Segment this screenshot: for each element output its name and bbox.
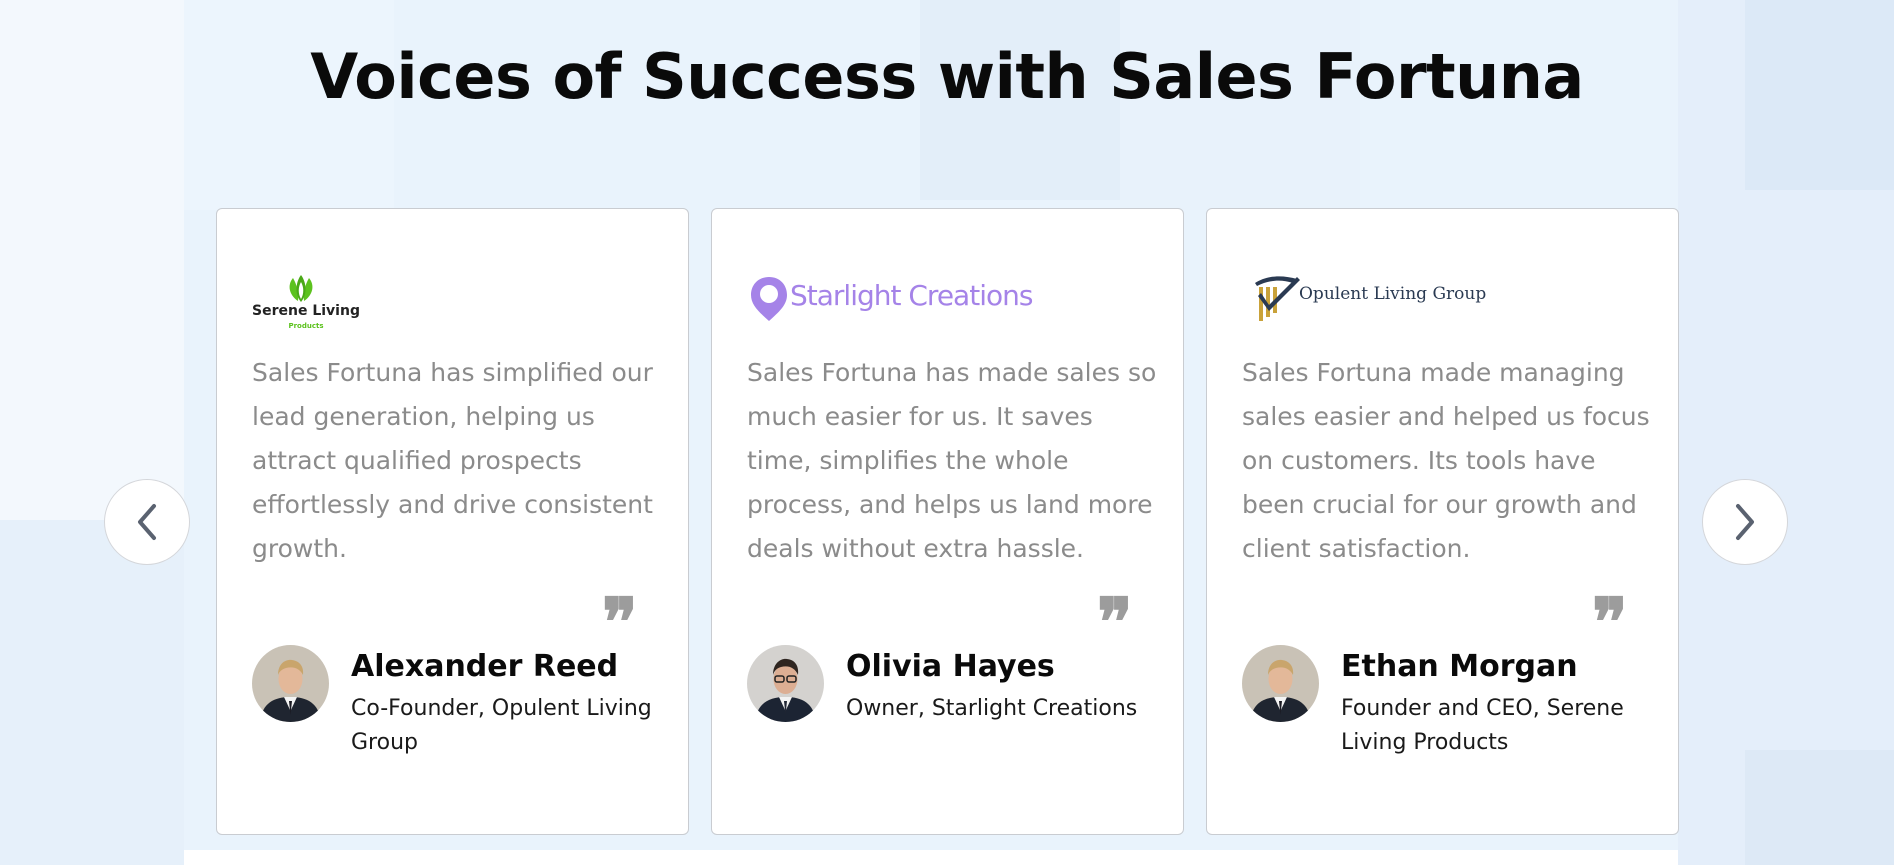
testimonial-card: Serene Living Products Sales Fortuna has… bbox=[216, 208, 689, 835]
testimonial-quote: Sales Fortuna made managing sales easier… bbox=[1242, 358, 1650, 563]
carousel-next-button[interactable] bbox=[1702, 479, 1788, 565]
logo-company-name: Serene Living bbox=[252, 303, 360, 319]
logo-tagline: Products bbox=[288, 322, 324, 330]
chevron-left-icon bbox=[138, 504, 156, 540]
company-logo: Serene Living Products bbox=[251, 269, 361, 335]
checkmark-columns-icon bbox=[1255, 276, 1300, 321]
person-role: Co-Founder, Opulent Living Group bbox=[351, 696, 652, 755]
person-name: Ethan Morgan bbox=[1341, 649, 1578, 684]
person-role: Founder and CEO, Serene Living Products bbox=[1341, 696, 1624, 755]
background-bottom-strip bbox=[184, 850, 1678, 865]
background-tile bbox=[0, 520, 184, 865]
avatar bbox=[747, 645, 824, 722]
testimonial-card: Starlight Creations Sales Fortuna has ma… bbox=[711, 208, 1184, 835]
testimonial-quote: Sales Fortuna has simplified our lead ge… bbox=[252, 358, 653, 563]
person-name: Olivia Hayes bbox=[846, 649, 1055, 684]
carousel-prev-button[interactable] bbox=[104, 479, 190, 565]
quote-icon: ❞ bbox=[602, 583, 637, 661]
quote-icon: ❞ bbox=[1592, 583, 1627, 661]
chevron-right-icon bbox=[1736, 504, 1754, 540]
avatar bbox=[1242, 645, 1319, 722]
logo-company-name: Opulent Living Group bbox=[1299, 284, 1487, 304]
person-name: Alexander Reed bbox=[351, 649, 619, 684]
avatar bbox=[252, 645, 329, 722]
company-logo: Starlight Creations bbox=[746, 269, 1046, 335]
testimonial-quote: Sales Fortuna has made sales so much eas… bbox=[747, 358, 1157, 563]
background-tile bbox=[1745, 750, 1894, 865]
company-logo: Opulent Living Group bbox=[1241, 269, 1486, 335]
logo-company-name: Starlight Creations bbox=[790, 279, 1033, 312]
location-pin-icon bbox=[751, 277, 787, 321]
section-title: Voices of Success with Sales Fortuna bbox=[310, 40, 1584, 113]
person-role: Owner, Starlight Creations bbox=[846, 696, 1138, 721]
testimonial-card: Opulent Living Group Sales Fortuna made … bbox=[1206, 208, 1679, 835]
quote-icon: ❞ bbox=[1097, 583, 1132, 661]
